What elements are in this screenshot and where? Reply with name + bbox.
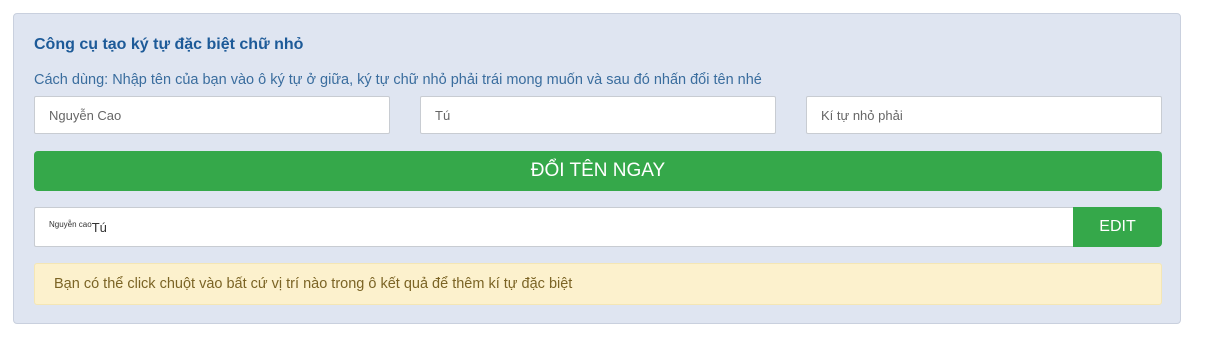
result-small-text: Nguyễn cao — [49, 219, 92, 229]
notice-text: Bạn có thể click chuột vào bất cứ vị trí… — [54, 276, 573, 292]
name-input[interactable] — [420, 96, 776, 134]
result-main-text: Tú — [91, 219, 107, 235]
result-field[interactable]: Nguyễn cao Tú — [34, 207, 1074, 247]
edit-button[interactable]: EDIT — [1073, 207, 1162, 247]
usage-instructions: Cách dùng: Nhập tên của bạn vào ô ký tự … — [34, 72, 762, 88]
tool-panel: Công cụ tạo ký tự đặc biệt chữ nhỏ Cách … — [13, 13, 1181, 324]
tool-title: Công cụ tạo ký tự đặc biệt chữ nhỏ — [34, 36, 304, 53]
right-small-text-input[interactable] — [806, 96, 1162, 134]
convert-name-button[interactable]: ĐỔI TÊN NGAY — [34, 151, 1162, 191]
left-small-text-input[interactable] — [34, 96, 390, 134]
info-notice: Bạn có thể click chuột vào bất cứ vị trí… — [34, 263, 1162, 305]
